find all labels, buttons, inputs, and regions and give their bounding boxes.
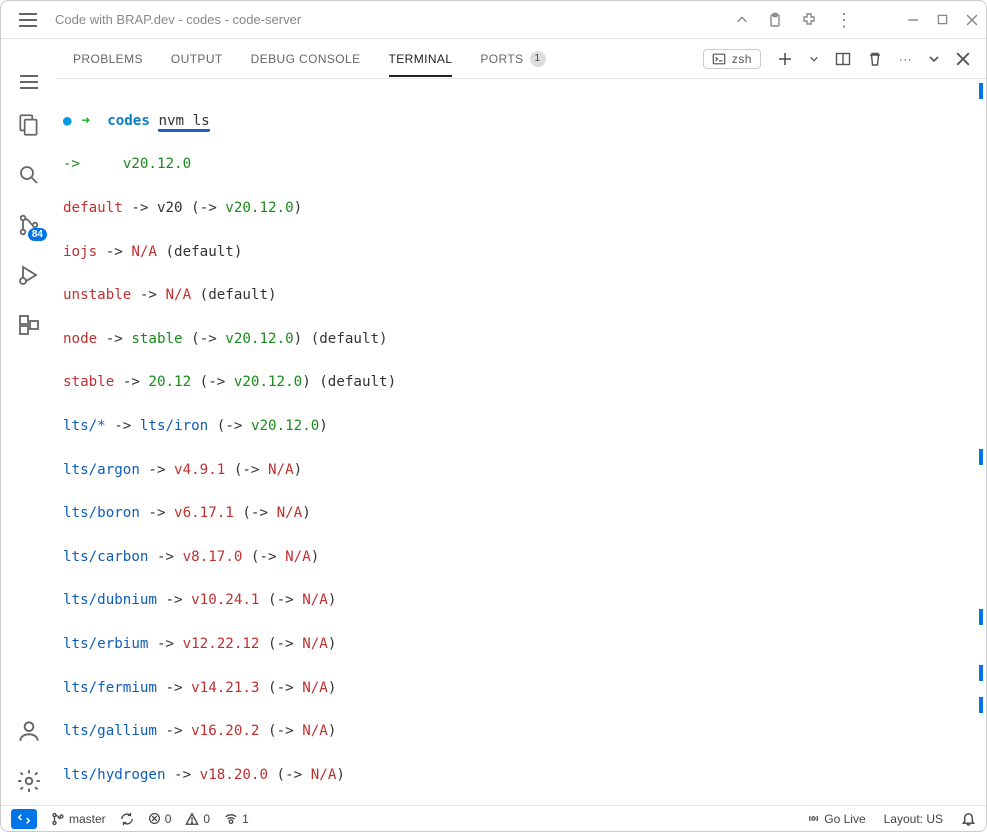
tab-problems[interactable]: PROBLEMS <box>73 42 143 76</box>
search-icon[interactable] <box>15 161 43 189</box>
new-terminal-icon[interactable] <box>777 51 793 67</box>
activity-bar: 84 <box>1 39 57 805</box>
settings-gear-icon[interactable] <box>15 767 43 795</box>
warnings-indicator[interactable]: 0 <box>185 812 210 826</box>
shell-name: zsh <box>732 52 752 66</box>
chevron-down-icon[interactable] <box>928 53 940 65</box>
extension-puzzle-icon[interactable] <box>801 12 817 28</box>
terminal-content[interactable]: ● ➜ codes nvm ls -> v20.12.0 default -> … <box>57 79 986 805</box>
clipboard-icon[interactable] <box>767 12 783 28</box>
run-debug-icon[interactable] <box>15 261 43 289</box>
explorer-icon[interactable] <box>15 111 43 139</box>
terminal-shell-picker[interactable]: zsh <box>703 49 761 69</box>
tab-debug-console[interactable]: DEBUG CONSOLE <box>251 42 361 76</box>
errors-indicator[interactable]: 0 <box>148 812 172 826</box>
menu-more-icon[interactable]: ⋮ <box>835 15 853 25</box>
menu-icon[interactable] <box>20 81 38 83</box>
keyboard-layout[interactable]: Layout: US <box>884 812 943 826</box>
split-panel-icon[interactable] <box>835 51 851 67</box>
git-branch-indicator[interactable]: master <box>51 812 106 826</box>
ports-indicator[interactable]: 1 <box>224 812 249 826</box>
maximize-icon[interactable] <box>937 14 948 25</box>
more-actions-icon[interactable]: ··· <box>899 52 912 66</box>
tab-ports[interactable]: PORTS 1 <box>480 41 545 77</box>
notifications-bell-icon[interactable] <box>961 811 976 826</box>
split-terminal-dropdown-icon[interactable] <box>809 54 819 64</box>
scm-badge: 84 <box>28 228 47 241</box>
minimize-icon[interactable] <box>907 14 919 26</box>
app-menu-button[interactable] <box>19 19 37 21</box>
chevron-up-icon[interactable] <box>735 13 749 27</box>
status-bar: master 0 0 1 Go Live Layout: US <box>1 805 986 831</box>
go-live-button[interactable]: Go Live <box>807 812 865 826</box>
remote-indicator[interactable] <box>11 809 37 829</box>
account-icon[interactable] <box>15 717 43 745</box>
panel-tabs: PROBLEMS OUTPUT DEBUG CONSOLE TERMINAL P… <box>57 39 986 79</box>
close-icon[interactable] <box>966 14 978 26</box>
sync-indicator[interactable] <box>120 812 134 826</box>
tab-terminal[interactable]: TERMINAL <box>389 42 453 76</box>
tab-output[interactable]: OUTPUT <box>171 42 223 76</box>
close-panel-icon[interactable] <box>956 52 970 66</box>
ports-count-badge: 1 <box>530 51 546 67</box>
titlebar: Code with BRAP.dev - codes - code-server… <box>1 1 986 39</box>
source-control-icon[interactable]: 84 <box>15 211 43 239</box>
tab-ports-label: PORTS <box>480 52 523 66</box>
extensions-icon[interactable] <box>15 311 43 339</box>
window-title: Code with BRAP.dev - codes - code-server <box>55 12 735 27</box>
terminal-overview-ruler <box>977 79 983 805</box>
kill-terminal-icon[interactable] <box>867 51 883 67</box>
